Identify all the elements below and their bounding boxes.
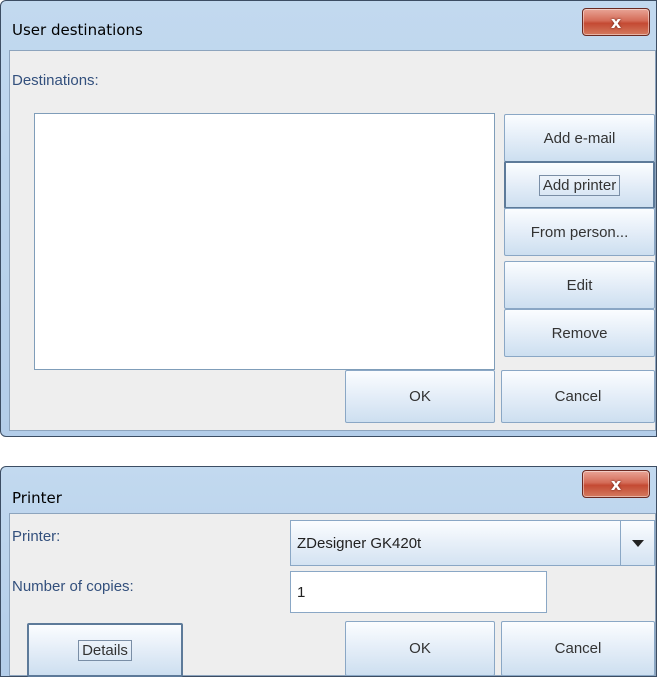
printer-dialog: Printer x Printer: ZDesigner GK420t Numb… — [0, 466, 657, 677]
destinations-list[interactable] — [34, 113, 495, 370]
add-printer-label: Add printer — [538, 174, 621, 196]
dialog-content: Printer: ZDesigner GK420t Number of copi… — [9, 513, 656, 677]
from-person-button[interactable]: From person... — [504, 208, 655, 256]
destinations-label: Destinations: — [12, 72, 99, 89]
ok-button[interactable]: OK — [345, 370, 495, 423]
cancel-button[interactable]: Cancel — [501, 621, 655, 676]
edit-button[interactable]: Edit — [504, 261, 655, 309]
remove-button[interactable]: Remove — [504, 309, 655, 357]
printer-label: Printer: — [12, 528, 61, 545]
details-label: Details — [78, 639, 132, 661]
copies-input[interactable]: 1 — [290, 571, 547, 613]
details-button[interactable]: Details — [27, 623, 183, 677]
close-button[interactable]: x — [582, 470, 650, 498]
add-printer-button[interactable]: Add printer — [504, 161, 655, 209]
add-email-button[interactable]: Add e-mail — [504, 114, 655, 162]
title-bar[interactable]: Printer x — [1, 467, 656, 507]
close-button[interactable]: x — [582, 8, 650, 36]
copies-label: Number of copies: — [12, 578, 134, 595]
chevron-down-icon[interactable] — [620, 521, 654, 565]
user-destinations-dialog: User destinations x Destinations: Add e-… — [0, 0, 657, 437]
printer-select[interactable]: ZDesigner GK420t — [290, 520, 655, 566]
dialog-title: Printer — [12, 489, 62, 507]
dialog-title: User destinations — [12, 21, 143, 39]
printer-select-value: ZDesigner GK420t — [297, 534, 422, 552]
dialog-content: Destinations: Add e-mail Add printer Fro… — [9, 50, 656, 431]
ok-button[interactable]: OK — [345, 621, 495, 676]
close-icon: x — [610, 474, 622, 494]
title-bar[interactable]: User destinations x — [1, 1, 656, 41]
cancel-button[interactable]: Cancel — [501, 370, 655, 423]
close-icon: x — [610, 12, 622, 32]
